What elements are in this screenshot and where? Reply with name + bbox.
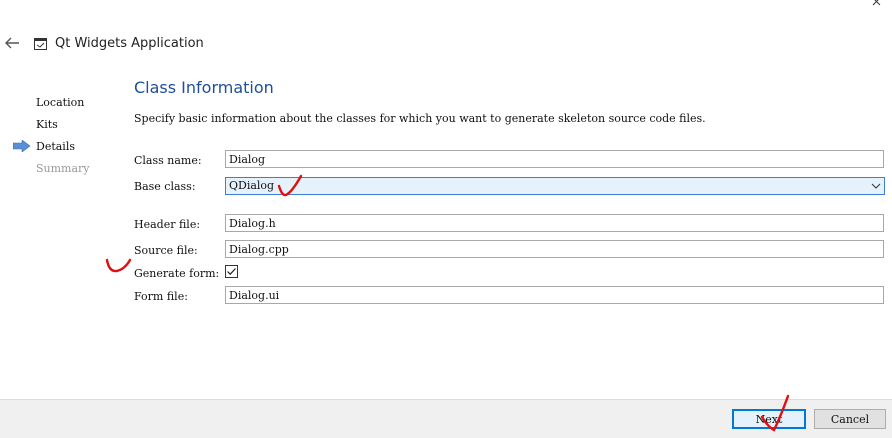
page-title: Class Information [134,78,274,97]
page-description: Specify basic information about the clas… [134,112,706,125]
generate-form-label: Generate form: [134,267,220,280]
cancel-button[interactable]: Cancel [814,409,886,429]
qt-application-icon [34,38,47,50]
back-arrow-icon[interactable] [3,34,21,52]
class-name-label: Class name: [134,154,202,167]
chevron-down-icon [871,183,881,189]
class-name-input[interactable] [225,150,884,168]
source-file-input[interactable] [225,240,884,258]
header-file-input[interactable] [225,214,884,232]
generate-form-checkbox[interactable] [225,265,238,278]
title-bar: Qt Widgets Application [0,0,892,70]
base-class-select[interactable]: QDialog [225,177,885,195]
annotation-check-mark [105,258,132,273]
step-kits: Kits [36,118,58,131]
base-class-label: Base class: [134,180,196,193]
annotation-check-mark [277,174,303,197]
step-location: Location [36,96,85,109]
header-file-label: Header file: [134,218,201,231]
base-class-value: QDialog [229,179,275,192]
current-step-arrow-icon [13,140,31,152]
source-file-label: Source file: [134,244,198,257]
form-file-label: Form file: [134,290,188,303]
window-title: Qt Widgets Application [55,36,204,51]
form-file-input[interactable] [225,286,884,304]
close-icon[interactable] [872,0,886,8]
annotation-check-mark [760,394,790,432]
step-summary: Summary [36,162,90,175]
step-details: Details [36,140,75,153]
